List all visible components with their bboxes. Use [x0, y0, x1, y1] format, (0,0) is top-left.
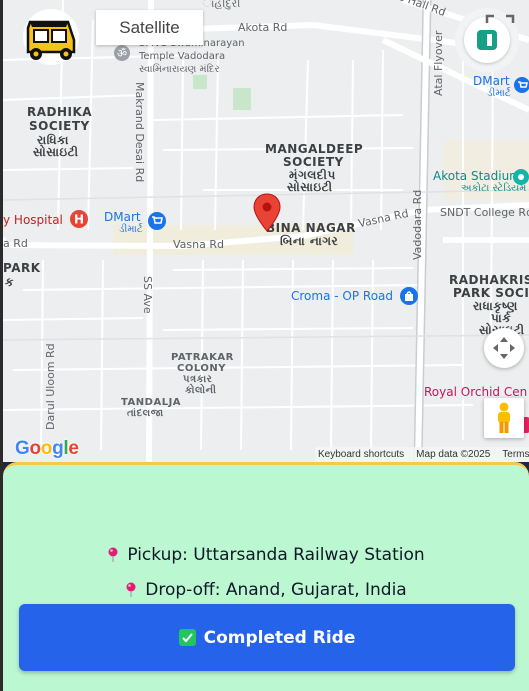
shopping-cart-icon — [148, 212, 166, 230]
map-label: ાહીદુરી — [203, 0, 241, 10]
map-label: Vadodara Rd — [411, 189, 424, 260]
map-label: SNDT College Rd — [440, 206, 529, 219]
map-label: બિના નાગર — [280, 234, 339, 248]
shopping-bag-icon — [400, 287, 418, 305]
map-label: ક — [5, 275, 14, 289]
map-label: Atal Flyover — [432, 30, 445, 96]
map-label: ડીમાર્ટ — [487, 88, 511, 99]
map-label: PATRAKAR — [171, 352, 234, 363]
map-label: Akota Stadium — [433, 169, 521, 183]
map-label: ડીમાર્ટ — [119, 224, 143, 235]
map-label: DMart — [104, 210, 141, 224]
dropoff-text: Drop-off: Anand, Gujarat, India — [145, 580, 407, 600]
map-label: Akota Rd — [238, 21, 288, 34]
checkmark-icon — [178, 629, 196, 646]
map-label: a Rd — [3, 237, 28, 250]
keyboard-shortcuts-link[interactable]: Keyboard shortcuts — [318, 449, 404, 460]
terms-link[interactable]: Terms — [502, 449, 529, 460]
map-label: PARK — [3, 261, 41, 275]
map-label: પત્રકાર — [183, 374, 213, 385]
pin-icon — [108, 547, 118, 562]
completed-ride-button[interactable]: Completed Ride — [19, 604, 515, 671]
map-label: DMart — [473, 74, 510, 88]
map-label: સ્વામિનારાયણ મંદિર — [139, 64, 220, 75]
map-label: COLONY — [177, 363, 226, 374]
map-label: y Hospital — [3, 213, 63, 227]
stadium-icon — [513, 169, 529, 185]
map-label: સોસાઇટી — [33, 145, 79, 159]
fullscreen-icon[interactable] — [483, 12, 517, 46]
completed-ride-label: Completed Ride — [203, 627, 356, 648]
map-label: તાંદલજા — [127, 408, 164, 419]
dropoff-row: Drop-off: Anand, Gujarat, India — [3, 580, 529, 600]
street-view-pegman-button[interactable] — [484, 398, 524, 438]
google-logo[interactable]: Google — [15, 438, 79, 460]
shopping-cart-icon — [514, 77, 529, 93]
map-label: Vasna Rd — [173, 238, 224, 251]
temple-icon: ॐ — [114, 45, 130, 61]
map-label: SS Ave — [141, 276, 154, 314]
pegman-icon — [498, 402, 510, 433]
map-label: સોસાઇટી — [287, 180, 333, 194]
map-attribution: Keyboard shortcuts Map data ©2025 Terms — [315, 447, 529, 462]
svg-text:H: H — [74, 213, 84, 227]
map-label: Darul Uloom Rd — [44, 343, 57, 430]
ride-details-panel: Pickup: Uttarsanda Railway Station Drop-… — [3, 462, 529, 691]
map-view[interactable]: s Hall Rd Akota Rd ાહીદુરી SMVS Swaminar… — [3, 0, 529, 462]
map-label: RADHIKA — [27, 105, 93, 119]
pickup-row: Pickup: Uttarsanda Railway Station — [3, 545, 529, 565]
pickup-text: Pickup: Uttarsanda Railway Station — [127, 545, 425, 565]
auto-rickshaw-logo — [23, 9, 79, 65]
map-label: Temple Vadodara — [139, 51, 226, 62]
map-label: TANDALJA — [121, 397, 182, 408]
map-label: SOCIETY — [29, 119, 90, 133]
pin-icon — [126, 582, 136, 597]
map-label: Makrand Desai Rd — [133, 82, 146, 183]
map-label: કોલોની — [185, 385, 217, 396]
location-marker-icon[interactable] — [253, 193, 281, 233]
hospital-icon: H — [70, 210, 88, 228]
satellite-view-button[interactable]: Satellite — [96, 10, 203, 45]
svg-text:ॐ: ॐ — [117, 47, 127, 60]
camera-control-button[interactable] — [484, 328, 524, 368]
map-label: Croma - OP Road — [291, 289, 393, 303]
map-data-text: Map data ©2025 — [416, 449, 491, 460]
pan-arrows-icon — [493, 337, 515, 359]
